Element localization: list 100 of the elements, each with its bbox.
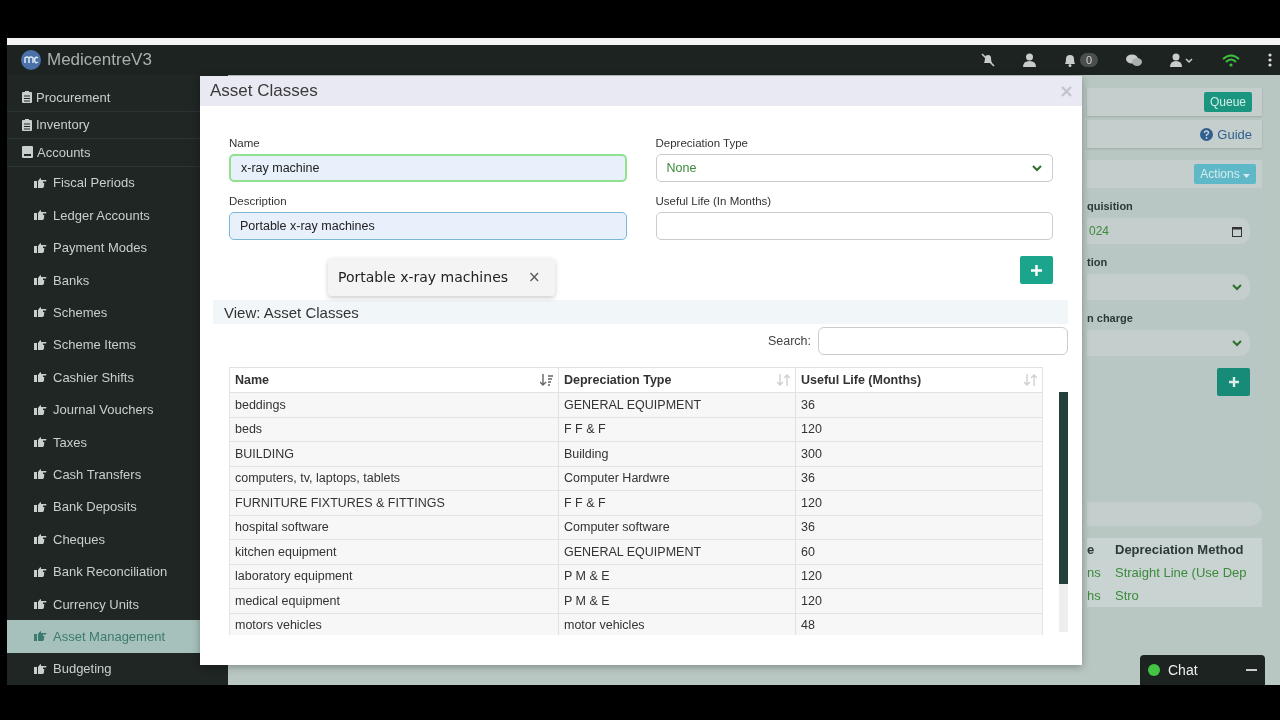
table-cell: F F & F (559, 417, 796, 441)
column-header[interactable]: Depreciation Type (559, 368, 796, 392)
table-cell: GENERAL EQUIPMENT (559, 393, 796, 417)
pointing-hand-icon (34, 242, 47, 253)
table-cell: beds (229, 417, 559, 441)
bell-icon[interactable] (1063, 53, 1076, 67)
column-header[interactable]: Name (229, 368, 559, 392)
table-cell: medical equipment (229, 589, 559, 613)
sidebar-item[interactable]: Cashier Shifts (7, 361, 228, 394)
sidebar-item[interactable]: Currency Units (7, 587, 228, 621)
useful-life-field[interactable] (655, 212, 1053, 240)
caret-icon (1243, 174, 1250, 178)
table-cell: motor vehicles (559, 613, 796, 635)
search-label: Search: (767, 334, 811, 348)
sidebar-item[interactable]: Taxes (7, 425, 228, 459)
sidebar-item[interactable]: Cheques (7, 523, 228, 556)
depreciation-type-select[interactable]: None (655, 154, 1053, 182)
wifi-icon[interactable] (1222, 53, 1240, 67)
table-cell: Building (559, 442, 796, 466)
muted-bell-icon[interactable] (980, 53, 995, 67)
user-circle-icon[interactable] (1022, 53, 1036, 67)
field-label: n charge (1087, 312, 1133, 324)
table-cell: 120 (796, 589, 1043, 613)
clipboard-icon (22, 91, 32, 104)
table-cell: Computer software (559, 515, 796, 539)
logo-icon (21, 50, 41, 70)
field-label: Depreciation Type (655, 137, 748, 149)
pointing-hand-icon (34, 404, 47, 415)
field-label: Useful Life (In Months) (655, 195, 772, 207)
chat-widget[interactable]: Chat (1140, 655, 1265, 685)
column-header[interactable]: e (1087, 542, 1107, 557)
online-dot-icon (1148, 664, 1160, 676)
input-field[interactable] (1087, 274, 1250, 300)
add-button[interactable] (1020, 256, 1053, 284)
sidebar-item[interactable]: Fiscal Periods (7, 166, 228, 200)
section-title: View: Asset Classes (224, 303, 359, 321)
field-label: tion (1087, 256, 1108, 268)
table-cell: kitchen equipment (229, 540, 559, 564)
guide-link[interactable]: Guide (1200, 126, 1252, 142)
name-field[interactable]: x-ray machine (229, 154, 627, 182)
sidebar-item[interactable]: Banks (7, 263, 228, 297)
plus-icon (1228, 377, 1239, 387)
app-title: MedicentreV3 (47, 50, 152, 70)
sidebar-item[interactable]: Journal Vouchers (7, 393, 228, 426)
sidebar-item[interactable]: Cash Transfers (7, 458, 228, 491)
autocomplete-suggestion[interactable]: Portable x-ray machines × (328, 258, 555, 296)
more-icon[interactable] (1268, 53, 1272, 67)
pointing-hand-icon (34, 339, 47, 350)
table-cell-text: Stro (1114, 588, 1139, 603)
field-label: Name (229, 137, 260, 149)
field-label: Description (229, 195, 287, 207)
pointing-hand-icon (34, 566, 47, 577)
input-field[interactable] (1087, 330, 1250, 356)
chevron-icon (1232, 339, 1242, 347)
sidebar-item[interactable]: Bank Reconciliation (7, 555, 228, 588)
pointing-hand-icon (34, 437, 47, 448)
chat-bubbles-icon[interactable] (1126, 53, 1142, 67)
plus-icon (1031, 264, 1042, 276)
help-icon (1200, 127, 1214, 141)
table-cell: 60 (796, 540, 1043, 564)
pointing-hand-icon (34, 307, 47, 318)
book-icon (22, 146, 33, 159)
column-header[interactable]: Depreciation Method (1107, 542, 1244, 557)
table-cell: BUILDING (229, 442, 559, 466)
add-button[interactable] (1217, 368, 1250, 396)
table-cell: 120 (796, 417, 1043, 441)
sidebar-item[interactable]: Scheme Items (7, 328, 228, 362)
pointing-hand-icon (34, 372, 47, 383)
table-cell: FURNITURE FIXTURES & FITTINGS (229, 491, 559, 515)
table-cell: laboratory equipment (229, 564, 559, 588)
table-cell: F F & F (559, 491, 796, 515)
column-header[interactable]: Useful Life (Months) (796, 368, 1043, 392)
user-menu-icon[interactable] (1170, 53, 1194, 67)
scrollbar[interactable] (1059, 392, 1068, 632)
pointing-hand-icon (34, 501, 47, 512)
notification-count: 0 (1079, 53, 1098, 67)
clipboard-icon (22, 118, 32, 131)
dismiss-button[interactable]: × (528, 268, 541, 286)
table-cell: 120 (796, 564, 1043, 588)
table-cell: hospital software (229, 515, 559, 539)
table-cell: beddings (229, 393, 559, 417)
pointing-hand-icon (34, 534, 47, 545)
table-cell: Computer Hardwre (559, 466, 796, 490)
sort-icon[interactable] (540, 374, 553, 386)
table-cell: 36 (796, 393, 1043, 417)
sidebar-item[interactable]: Bank Deposits (7, 490, 228, 524)
pointing-hand-icon (34, 177, 47, 188)
chevron-icon (1232, 283, 1242, 291)
table-cell-text: hs (1087, 588, 1102, 603)
table-cell: motors vehicles (229, 613, 559, 635)
table-cell-text: ns (1087, 565, 1102, 580)
sidebar-item[interactable]: Ledger Accounts (7, 199, 228, 232)
sidebar-item[interactable]: Payment Modes (7, 231, 228, 264)
table-cell: 36 (796, 515, 1043, 539)
search-field[interactable] (818, 327, 1068, 355)
calendar-icon (1232, 225, 1242, 237)
sidebar-item[interactable]: Budgeting (7, 652, 228, 685)
pointing-hand-icon (34, 275, 47, 286)
description-field[interactable]: Portable x-ray machines (229, 212, 627, 240)
table-cell-text: Straight Line (Use Dep (1114, 565, 1247, 580)
